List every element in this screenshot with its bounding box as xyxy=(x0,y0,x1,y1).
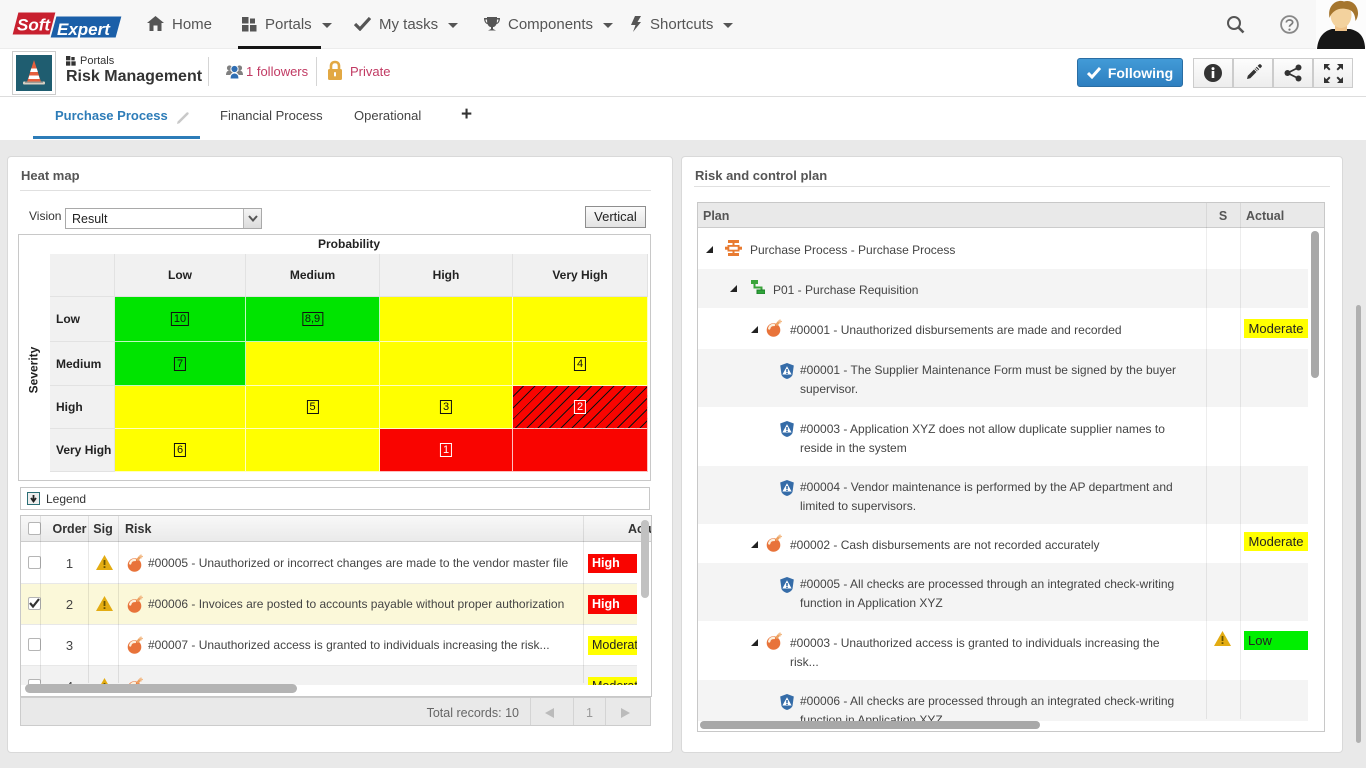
svg-text:Soft: Soft xyxy=(17,16,51,35)
svg-text:Expert: Expert xyxy=(57,20,111,39)
